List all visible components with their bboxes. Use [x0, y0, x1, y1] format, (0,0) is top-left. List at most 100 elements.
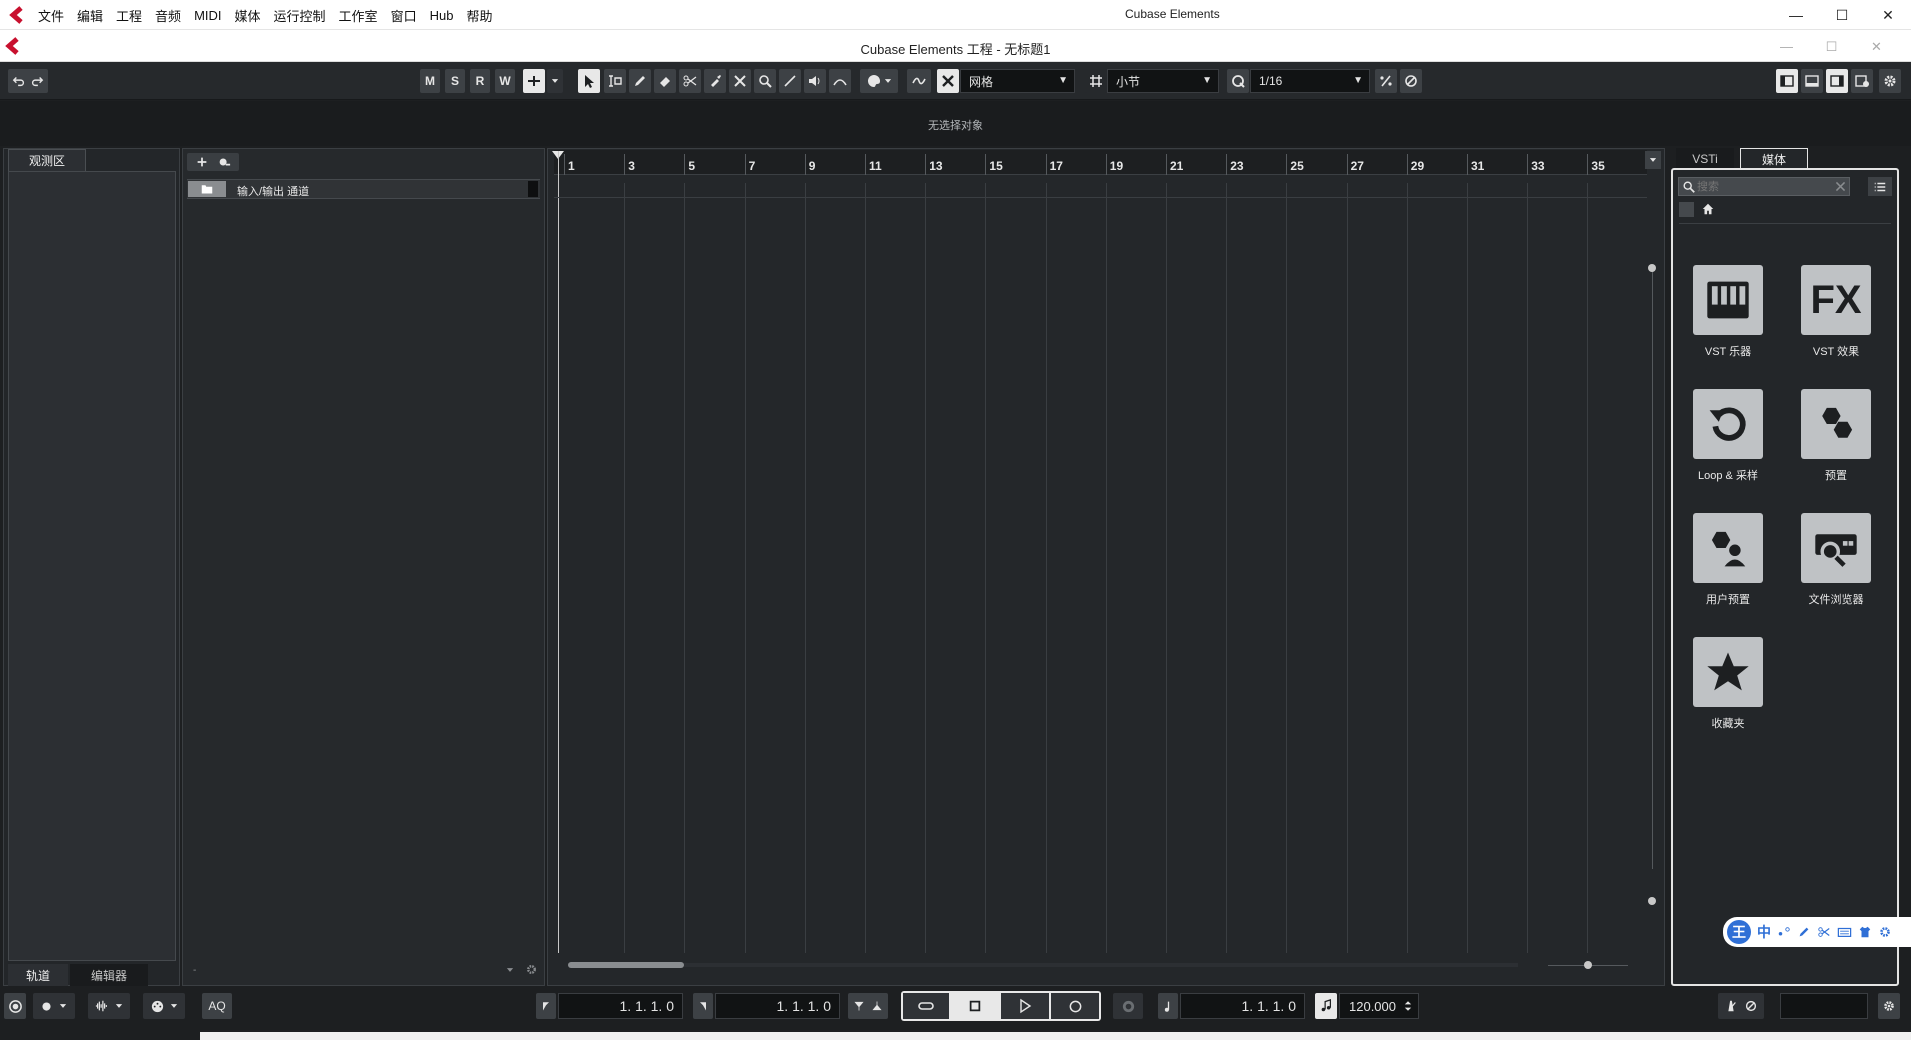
automation-mode-button[interactable]: [523, 69, 545, 93]
vertical-zoom-slider[interactable]: [1652, 269, 1653, 869]
shirt-icon[interactable]: [1858, 925, 1872, 939]
right-locator-field[interactable]: 1. 1. 1. 0: [715, 993, 840, 1019]
add-track-icon[interactable]: [195, 155, 209, 169]
eraser-tool[interactable]: [654, 69, 676, 93]
split-tool[interactable]: [679, 69, 701, 93]
grid-type-dropdown[interactable]: 小节 ▼: [1107, 69, 1219, 93]
vsti-tab[interactable]: VSTi: [1676, 148, 1734, 170]
mute-tool[interactable]: [729, 69, 751, 93]
snap-type-dropdown[interactable]: 网格 ▼: [960, 69, 1075, 93]
audio-level-dropdown[interactable]: [88, 993, 130, 1019]
show-inspector-button[interactable]: [1776, 69, 1798, 93]
menu-media[interactable]: 媒体: [235, 6, 261, 25]
position-field[interactable]: 1. 1. 1. 0: [1180, 993, 1305, 1019]
undo-icon[interactable]: [12, 74, 26, 88]
color-tool-button[interactable]: [860, 69, 898, 93]
setup-window-layout-button[interactable]: [1851, 69, 1873, 93]
project-minimize-button[interactable]: —: [1764, 31, 1809, 62]
play-tool[interactable]: [804, 69, 826, 93]
event-display[interactable]: 1 3 5 7 9 11 13 15 17 19 21 23 25 27 29 31 33 35: [547, 148, 1665, 986]
favorites-tile[interactable]: [1693, 637, 1763, 707]
transport-settings-button[interactable]: [1878, 993, 1900, 1019]
gear-icon[interactable]: [525, 963, 538, 976]
range-selection-tool[interactable]: [604, 69, 626, 93]
go-to-left-locator-button[interactable]: [536, 993, 556, 1019]
quantize-button[interactable]: [1227, 69, 1249, 93]
media-nav-back-button[interactable]: [1679, 202, 1694, 217]
vst-effects-tile[interactable]: FX: [1801, 265, 1871, 335]
show-right-zone-button[interactable]: [1826, 69, 1848, 93]
menu-project[interactable]: 工程: [116, 6, 142, 25]
activate-project-button[interactable]: [4, 993, 26, 1019]
ime-mode[interactable]: 中: [1757, 922, 1771, 942]
menu-midi[interactable]: MIDI: [194, 8, 221, 23]
play-button[interactable]: [1001, 993, 1049, 1019]
record-button[interactable]: [1051, 993, 1099, 1019]
horizontal-scrollbar-thumb[interactable]: [568, 962, 684, 968]
menu-transport[interactable]: 运行控制: [274, 6, 326, 25]
menu-studio[interactable]: 工作室: [339, 6, 378, 25]
warp-tool[interactable]: [829, 69, 851, 93]
menu-file[interactable]: 文件: [38, 6, 64, 25]
record-mode-dropdown[interactable]: [33, 993, 75, 1019]
presets-tile[interactable]: [1801, 389, 1871, 459]
ime-logo[interactable]: 王: [1727, 920, 1751, 944]
line-tool[interactable]: [779, 69, 801, 93]
metronome-position-button[interactable]: [1158, 993, 1178, 1019]
midi-activity-dropdown[interactable]: [143, 993, 185, 1019]
grid-icon-button[interactable]: [1085, 69, 1107, 93]
ruler-options-button[interactable]: [1645, 151, 1661, 169]
close-button[interactable]: ✕: [1865, 0, 1911, 30]
stop-button[interactable]: [951, 993, 999, 1019]
toolbar-settings-button[interactable]: [1879, 69, 1901, 93]
chevron-down-icon[interactable]: [505, 965, 515, 975]
object-selection-tool[interactable]: [578, 69, 600, 93]
maximize-button[interactable]: ☐: [1819, 0, 1865, 30]
menu-audio[interactable]: 音频: [155, 6, 181, 25]
horizontal-scrollbar[interactable]: [568, 963, 1518, 967]
editor-tab[interactable]: 编辑器: [70, 964, 148, 986]
iterative-quantize-button[interactable]: [1375, 69, 1397, 93]
clear-search-icon[interactable]: [1834, 180, 1847, 193]
vertical-zoom-handle-2[interactable]: [1648, 897, 1656, 905]
audioquality-button[interactable]: AQ: [202, 993, 232, 1019]
tempo-stepper-icon[interactable]: [1404, 998, 1412, 1014]
track-row[interactable]: 输入/输出 通道: [187, 179, 540, 199]
pencil-tool[interactable]: [629, 69, 651, 93]
click-toggle-button[interactable]: [1315, 993, 1337, 1019]
minus-icon[interactable]: -: [193, 965, 196, 976]
scissors-icon[interactable]: [1817, 925, 1831, 939]
gear-icon[interactable]: [1878, 925, 1892, 939]
tracks-tab[interactable]: 轨道: [8, 964, 68, 986]
cycle-button[interactable]: [903, 993, 949, 1019]
ime-toolbar[interactable]: 王 中: [1723, 917, 1911, 947]
show-lower-zone-button[interactable]: [1801, 69, 1823, 93]
horizontal-zoom-handle[interactable]: [1584, 961, 1592, 969]
track-presets-icon[interactable]: [217, 155, 231, 169]
user-presets-tile[interactable]: [1693, 513, 1763, 583]
zoom-tool[interactable]: [754, 69, 776, 93]
minimize-button[interactable]: —: [1773, 0, 1819, 30]
vertical-zoom-handle[interactable]: [1648, 264, 1656, 272]
inspector-tab[interactable]: 观测区: [8, 149, 86, 171]
mute-button[interactable]: M: [420, 69, 440, 93]
media-search-field[interactable]: [1678, 177, 1850, 196]
punch-buttons[interactable]: [848, 993, 888, 1019]
quantize-dropdown[interactable]: 1/16 ▼: [1250, 69, 1370, 93]
project-close-button[interactable]: ✕: [1854, 31, 1899, 62]
file-browser-tile[interactable]: [1801, 513, 1871, 583]
read-button[interactable]: R: [470, 69, 490, 93]
redo-icon[interactable]: [30, 74, 44, 88]
solo-button[interactable]: S: [445, 69, 465, 93]
menu-edit[interactable]: 编辑: [77, 6, 103, 25]
left-locator-field[interactable]: 1. 1. 1. 0: [558, 993, 683, 1019]
home-icon[interactable]: [1701, 202, 1715, 216]
auto-punch-button[interactable]: [1113, 993, 1143, 1019]
tap-tempo-group[interactable]: [1718, 993, 1764, 1019]
keyboard-icon[interactable]: [1837, 925, 1852, 939]
quantize-reset-button[interactable]: [1400, 69, 1422, 93]
automation-dropdown[interactable]: [547, 69, 563, 93]
project-maximize-button[interactable]: ☐: [1809, 31, 1854, 62]
menu-help[interactable]: 帮助: [466, 6, 492, 25]
write-button[interactable]: W: [495, 69, 515, 93]
